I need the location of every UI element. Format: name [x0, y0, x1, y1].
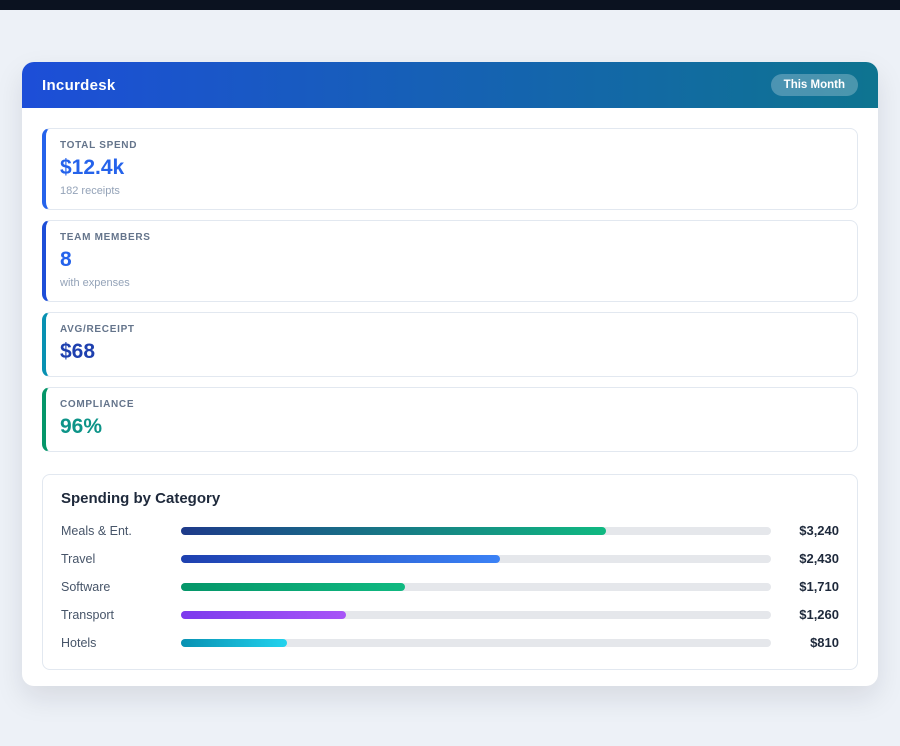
category-value: $2,430: [781, 551, 839, 566]
spending-card-title: Spending by Category: [61, 490, 839, 507]
app-header: Incurdesk This Month: [22, 62, 878, 108]
spending-by-category-card: Spending by Category Meals & Ent. $3,240…: [42, 474, 858, 670]
category-row-software: Software $1,710: [61, 579, 839, 594]
stat-card-compliance: COMPLIANCE 96%: [42, 387, 858, 452]
category-label: Transport: [61, 608, 181, 622]
dashboard-card: Incurdesk This Month TOTAL SPEND $12.4k …: [22, 62, 878, 686]
category-row-hotels: Hotels $810: [61, 635, 839, 650]
category-value: $1,710: [781, 579, 839, 594]
category-row-meals: Meals & Ent. $3,240: [61, 523, 839, 538]
category-bar-track: [181, 555, 771, 563]
stat-value: $12.4k: [60, 156, 843, 180]
category-bar-track: [181, 611, 771, 619]
category-bar-fill: [181, 583, 405, 591]
stat-value: 8: [60, 248, 843, 272]
stat-subtitle: 182 receipts: [60, 185, 843, 197]
dashboard-body: TOTAL SPEND $12.4k 182 receipts TEAM MEM…: [22, 108, 878, 686]
stat-label: TOTAL SPEND: [60, 140, 843, 151]
stat-value: $68: [60, 340, 843, 364]
category-value: $810: [781, 635, 839, 650]
category-value: $1,260: [781, 607, 839, 622]
category-bar-fill: [181, 639, 287, 647]
stat-card-total-spend: TOTAL SPEND $12.4k 182 receipts: [42, 128, 858, 210]
category-value: $3,240: [781, 523, 839, 538]
stat-label: TEAM MEMBERS: [60, 232, 843, 243]
stat-value: 96%: [60, 415, 843, 439]
category-bar-fill: [181, 611, 346, 619]
category-label: Software: [61, 580, 181, 594]
stat-subtitle: with expenses: [60, 277, 843, 289]
stat-card-avg-receipt: AVG/RECEIPT $68: [42, 312, 858, 377]
category-bar-track: [181, 527, 771, 535]
period-badge[interactable]: This Month: [771, 74, 858, 96]
category-row-travel: Travel $2,430: [61, 551, 839, 566]
stat-label: COMPLIANCE: [60, 399, 843, 410]
category-label: Meals & Ent.: [61, 524, 181, 538]
app-title: Incurdesk: [42, 77, 116, 94]
stat-card-team-members: TEAM MEMBERS 8 with expenses: [42, 220, 858, 302]
category-label: Travel: [61, 552, 181, 566]
category-bar-track: [181, 583, 771, 591]
category-bar-fill: [181, 555, 500, 563]
top-bar: [0, 0, 900, 10]
category-label: Hotels: [61, 636, 181, 650]
category-bar-fill: [181, 527, 606, 535]
category-bar-track: [181, 639, 771, 647]
stat-label: AVG/RECEIPT: [60, 324, 843, 335]
category-row-transport: Transport $1,260: [61, 607, 839, 622]
